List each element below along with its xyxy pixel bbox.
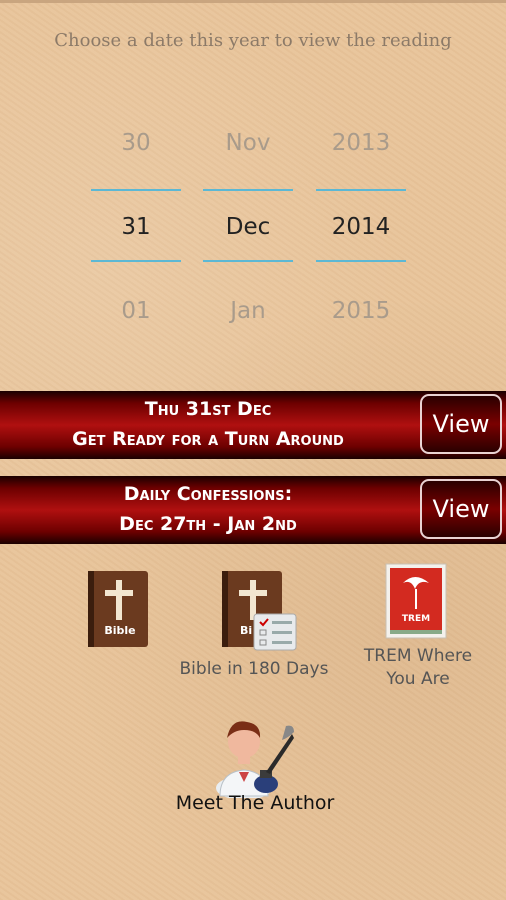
reading-banner[interactable]: Thu 31st Dec Get Ready for a Turn Around… [0,391,506,459]
author-tile[interactable]: Meet The Author [160,708,350,820]
year-prev[interactable]: 2013 [315,130,407,156]
reading-title: Get Ready for a Turn Around [72,428,344,450]
reading-date: Thu 31st Dec [144,398,272,420]
year-next[interactable]: 2015 [315,298,407,324]
bible-plan-label: Bible in 180 Days [179,659,329,679]
author-icon[interactable] [212,708,296,798]
page-title: Choose a date this year to view the read… [54,30,452,51]
view-confessions-button[interactable]: View [420,479,502,539]
month-next[interactable]: Jan [202,298,294,324]
month-prev[interactable]: Nov [202,130,294,156]
trem-label-line1: TREM Where [363,646,473,666]
trem-logo-icon[interactable]: TREM [385,563,447,639]
day-prev[interactable]: 30 [90,130,182,156]
bible-plan-icon[interactable]: Bi [220,570,300,652]
year-selected[interactable]: 2014 [315,214,407,240]
day-divider-top [91,189,181,191]
day-selected[interactable]: 31 [90,214,182,240]
day-divider-bottom [91,260,181,262]
day-next[interactable]: 01 [90,298,182,324]
bible-tile[interactable]: Bible [86,570,150,650]
year-divider-bottom [316,260,406,262]
year-divider-top [316,189,406,191]
month-divider-bottom [203,260,293,262]
trem-tile[interactable]: TREM TREM Where You Are [356,563,480,691]
confessions-dates: Dec 27th - Jan 2nd [119,513,297,535]
bible-plan-cover-text: Bi [240,624,252,637]
month-selected[interactable]: Dec [202,214,294,240]
top-divider [0,0,506,3]
bible-icon[interactable]: Bible [86,570,150,650]
trem-label-line2: You Are [386,669,450,689]
bible-180-tile[interactable]: Bi Bible in 180 Days [180,570,328,690]
confessions-banner[interactable]: Daily Confessions: Dec 27th - Jan 2nd Vi… [0,476,506,544]
view-reading-button[interactable]: View [420,394,502,454]
confessions-title: Daily Confessions: [123,483,293,505]
author-label: Meet The Author [175,792,335,814]
bible-cover-text: Bible [104,624,135,637]
month-divider-top [203,189,293,191]
trem-logo-text: TREM [402,614,430,624]
